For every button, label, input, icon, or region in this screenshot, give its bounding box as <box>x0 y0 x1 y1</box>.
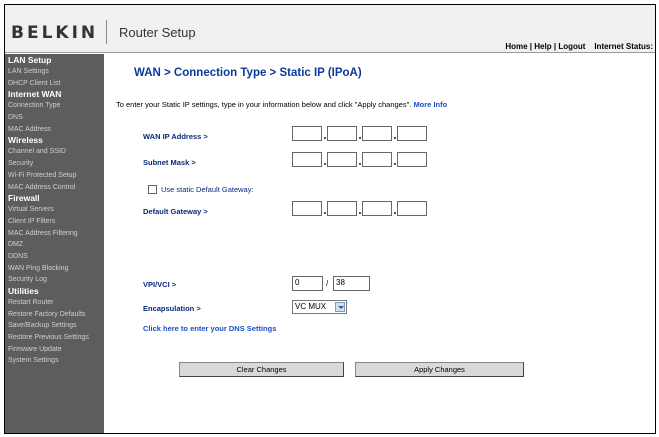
logout-link[interactable]: Logout <box>558 42 585 51</box>
sidebar: LAN Setup LAN Settings DHCP Client List … <box>5 54 104 433</box>
wan-ip-octet-3[interactable] <box>362 126 392 141</box>
sidebar-item-dns[interactable]: DNS <box>5 112 104 124</box>
sidebar-item-lan-settings[interactable]: LAN Settings <box>5 66 104 78</box>
wan-ip-label: WAN IP Address > <box>143 132 208 141</box>
octet-dot <box>394 163 396 165</box>
sidebar-item-virtual-servers[interactable]: Virtual Servers <box>5 204 104 216</box>
vpi-input[interactable]: 0 <box>292 276 323 291</box>
sidebar-heading-internet-wan[interactable]: Internet WAN <box>5 89 104 100</box>
sidebar-item-wan-ping-blocking[interactable]: WAN Ping Blocking <box>5 263 104 275</box>
apply-changes-button[interactable]: Apply Changes <box>355 362 524 377</box>
intro-text: To enter your Static IP settings, type i… <box>116 100 447 109</box>
wan-ip-octet-2[interactable] <box>327 126 357 141</box>
octet-dot <box>394 212 396 214</box>
vci-input[interactable]: 38 <box>333 276 370 291</box>
top-nav: Home | Help | Logout Internet Status: <box>505 42 653 51</box>
subnet-octet-4[interactable] <box>397 152 427 167</box>
sidebar-item-restore-factory-defaults[interactable]: Restore Factory Defaults <box>5 309 104 321</box>
help-link[interactable]: Help <box>534 42 551 51</box>
belkin-logo: BELKIN <box>11 23 99 43</box>
gateway-octet-3[interactable] <box>362 201 392 216</box>
encapsulation-select[interactable]: VC MUX <box>292 300 347 314</box>
sidebar-item-connection-type[interactable]: Connection Type <box>5 100 104 112</box>
sidebar-item-mac-address-filtering[interactable]: MAC Address Filtering <box>5 228 104 240</box>
sidebar-item-dhcp-client-list[interactable]: DHCP Client List <box>5 78 104 90</box>
sidebar-item-wps[interactable]: Wi-Fi Protected Setup <box>5 170 104 182</box>
home-link[interactable]: Home <box>505 42 527 51</box>
gateway-octet-4[interactable] <box>397 201 427 216</box>
vpi-vci-label: VPI/VCI > <box>143 280 177 289</box>
intro-instructions: To enter your Static IP settings, type i… <box>116 100 412 109</box>
static-gateway-label: Use static Default Gateway: <box>161 185 254 194</box>
sidebar-item-mac-address[interactable]: MAC Address <box>5 124 104 136</box>
nav-separator: | <box>553 42 557 51</box>
wan-ip-octet-1[interactable] <box>292 126 322 141</box>
nav-separator: | <box>529 42 533 51</box>
sidebar-heading-wireless[interactable]: Wireless <box>5 135 104 146</box>
app-title: Router Setup <box>119 25 196 40</box>
default-gateway-label: Default Gateway > <box>143 207 208 216</box>
octet-dot <box>324 163 326 165</box>
page-title: WAN > Connection Type > Static IP (IPoA) <box>134 67 362 79</box>
more-info-link[interactable]: More Info <box>413 100 447 109</box>
octet-dot <box>359 212 361 214</box>
subnet-mask-label: Subnet Mask > <box>143 158 196 167</box>
sidebar-item-save-backup-settings[interactable]: Save/Backup Settings <box>5 320 104 332</box>
octet-dot <box>394 137 396 139</box>
gateway-octet-1[interactable] <box>292 201 322 216</box>
chevron-down-icon[interactable] <box>335 302 345 312</box>
static-gateway-checkbox[interactable] <box>148 185 157 194</box>
gateway-octet-2[interactable] <box>327 201 357 216</box>
sidebar-item-firmware-update[interactable]: Firmware Update <box>5 344 104 356</box>
sidebar-item-restore-previous-settings[interactable]: Restore Previous Settings <box>5 332 104 344</box>
subnet-octet-3[interactable] <box>362 152 392 167</box>
octet-dot <box>324 212 326 214</box>
subnet-octet-2[interactable] <box>327 152 357 167</box>
subnet-octet-1[interactable] <box>292 152 322 167</box>
sidebar-item-dmz[interactable]: DMZ <box>5 239 104 251</box>
sidebar-item-ddns[interactable]: DDNS <box>5 251 104 263</box>
router-setup-window: BELKIN Router Setup Home | Help | Logout… <box>4 4 656 434</box>
sidebar-heading-lan-setup[interactable]: LAN Setup <box>5 55 104 66</box>
sidebar-item-mac-address-control[interactable]: MAC Address Control <box>5 182 104 194</box>
sidebar-item-client-ip-filters[interactable]: Client IP Filters <box>5 216 104 228</box>
encapsulation-value: VC MUX <box>295 302 327 311</box>
octet-dot <box>359 137 361 139</box>
dns-settings-link[interactable]: Click here to enter your DNS Settings <box>143 324 276 333</box>
vpi-vci-separator: / <box>326 279 329 288</box>
clear-changes-button[interactable]: Clear Changes <box>179 362 344 377</box>
sidebar-heading-utilities[interactable]: Utilities <box>5 286 104 297</box>
header: BELKIN Router Setup Home | Help | Logout… <box>5 5 655 53</box>
octet-dot <box>324 137 326 139</box>
sidebar-item-system-settings[interactable]: System Settings <box>5 355 104 367</box>
sidebar-item-security[interactable]: Security <box>5 158 104 170</box>
wan-ip-octet-4[interactable] <box>397 126 427 141</box>
sidebar-item-restart-router[interactable]: Restart Router <box>5 297 104 309</box>
sidebar-heading-firewall[interactable]: Firewall <box>5 193 104 204</box>
sidebar-item-channel-ssid[interactable]: Channel and SSID <box>5 146 104 158</box>
main-content: WAN > Connection Type > Static IP (IPoA)… <box>104 54 655 433</box>
internet-status-label: Internet Status: <box>594 42 653 51</box>
logo-divider <box>106 20 107 44</box>
sidebar-item-security-log[interactable]: Security Log <box>5 274 104 286</box>
encapsulation-label: Encapsulation > <box>143 304 201 313</box>
octet-dot <box>359 163 361 165</box>
